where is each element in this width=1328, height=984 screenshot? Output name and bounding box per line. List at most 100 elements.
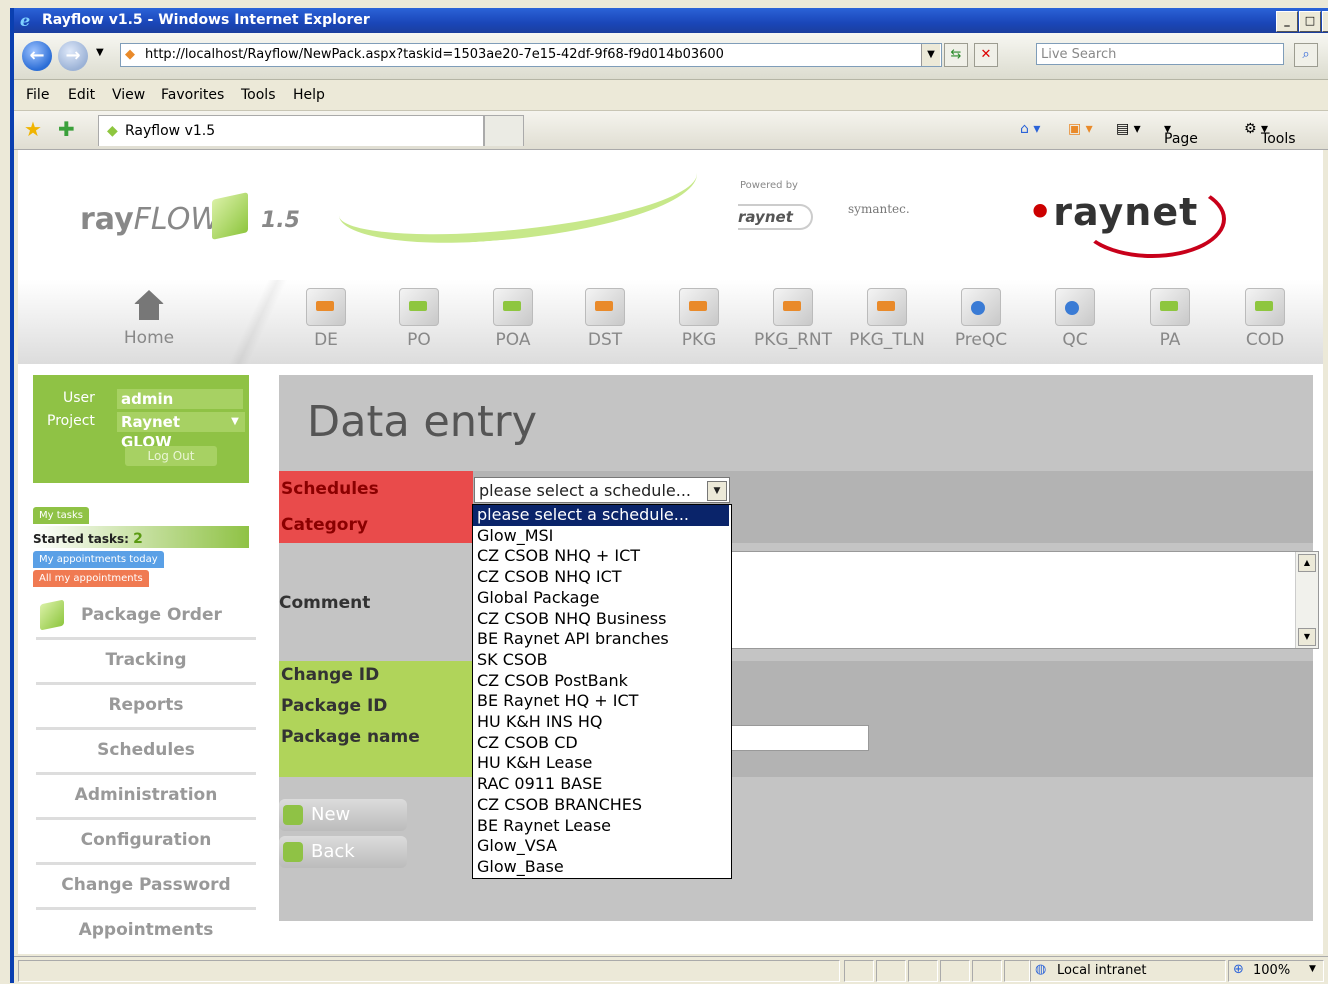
sidebar-item-change-password[interactable]: Change Password	[36, 863, 256, 910]
menu-view[interactable]: View	[112, 87, 145, 103]
project-select[interactable]: Raynet GLOW	[117, 412, 235, 451]
scroll-up-icon[interactable]: ▲	[1298, 554, 1316, 572]
back-nav-button[interactable]: ←	[22, 41, 52, 71]
zoom-dropdown-icon[interactable]: ▼	[1309, 964, 1316, 974]
nav-qc[interactable]: QC	[1035, 288, 1115, 350]
status-seg	[876, 960, 906, 982]
comment-scrollbar[interactable]: ▲ ▼	[1295, 552, 1318, 648]
back-button[interactable]: Back	[279, 836, 407, 868]
schedule-option[interactable]: BE Raynet HQ + ICT	[473, 691, 729, 712]
nav-pkg-tln[interactable]: PKG_TLN	[847, 288, 927, 350]
sidebar-item-package-order[interactable]: Package Order	[36, 593, 256, 640]
user-label: User	[63, 390, 95, 406]
schedule-option[interactable]: CZ CSOB PostBank	[473, 671, 729, 692]
nav-dst[interactable]: DST	[565, 288, 645, 350]
nav-cod[interactable]: COD	[1225, 288, 1305, 350]
tools-menu-label: Tools	[1261, 131, 1296, 147]
my-tasks-tab[interactable]: My tasks	[33, 507, 89, 524]
favorites-bar: ★ ✚ ◆ Rayflow v1.5 ⌂ ▾ ▣ ▾ ▤ ▾ Page ▾ ⚙ …	[14, 111, 1328, 150]
home-icon[interactable]: ⌂ ▾	[1020, 121, 1040, 137]
schedule-option[interactable]: CZ CSOB BRANCHES	[473, 795, 729, 816]
schedule-option[interactable]: HU K&H INS HQ	[473, 712, 729, 733]
url-field[interactable]: ◆ http://localhost/Rayflow/NewPack.aspx?…	[120, 43, 942, 67]
nav-home[interactable]: Home	[109, 288, 189, 348]
nav-preqc[interactable]: PreQC	[941, 288, 1021, 350]
comment-textarea[interactable]: ▲ ▼	[731, 551, 1319, 649]
schedule-option[interactable]: Global Package	[473, 588, 729, 609]
sidebar-item-schedules[interactable]: Schedules	[36, 728, 256, 775]
schedule-option[interactable]: BE Raynet API branches	[473, 629, 729, 650]
project-dropdown-icon[interactable]: ▼	[225, 412, 245, 432]
nav-label: PreQC	[954, 330, 1008, 350]
nav-pkg[interactable]: PKG	[659, 288, 739, 350]
favorites-star-icon[interactable]: ★	[24, 117, 42, 141]
close-button[interactable]	[1322, 11, 1328, 32]
schedule-option[interactable]: CZ CSOB NHQ Business	[473, 609, 729, 630]
schedule-option[interactable]: HU K&H Lease	[473, 753, 729, 774]
print-icon[interactable]: ▤ ▾	[1116, 121, 1141, 137]
sidebar-item-configuration[interactable]: Configuration	[36, 818, 256, 865]
raynet-brand-logo: •raynet	[1028, 190, 1199, 234]
recent-pages-dropdown-icon[interactable]: ▼	[96, 47, 104, 58]
refresh-icon[interactable]: ⇆	[944, 43, 968, 67]
nav-poa[interactable]: POA	[473, 288, 553, 350]
schedule-option[interactable]: Glow_VSA	[473, 836, 729, 857]
url-dropdown-icon[interactable]: ▼	[921, 44, 940, 66]
page-menu[interactable]: Page ▾	[1164, 121, 1198, 147]
feeds-icon[interactable]: ▣ ▾	[1068, 121, 1093, 137]
maximize-button[interactable]: □	[1299, 11, 1321, 32]
schedule-option[interactable]: CZ CSOB NHQ + ICT	[473, 546, 729, 567]
logout-button[interactable]: Log Out	[125, 446, 217, 466]
schedule-option[interactable]: Glow_Base	[473, 857, 729, 878]
new-tab-button[interactable]	[484, 115, 524, 146]
change-id-label: Change ID	[281, 665, 380, 685]
intranet-globe-icon: ◍	[1035, 962, 1047, 977]
new-order-button[interactable]: New Order	[279, 799, 407, 857]
status-seg	[972, 960, 1002, 982]
package-name-input[interactable]	[731, 725, 869, 751]
live-search-input[interactable]: Live Search	[1036, 43, 1284, 65]
minimize-button[interactable]: _	[1276, 11, 1298, 32]
appointments-today-tab[interactable]: My appointments today	[33, 551, 164, 568]
started-tasks[interactable]: Started tasks: 2	[33, 526, 249, 548]
all-appointments-tab[interactable]: All my appointments	[33, 570, 149, 587]
logo-version: 1.5	[261, 208, 300, 233]
schedule-option[interactable]: CZ CSOB CD	[473, 733, 729, 754]
sidebar-item-administration[interactable]: Administration	[36, 773, 256, 820]
search-icon[interactable]: ⌕	[1294, 43, 1318, 67]
sidebar-item-tracking[interactable]: Tracking	[36, 638, 256, 685]
nav-label: COD	[1245, 330, 1285, 350]
schedule-option[interactable]: CZ CSOB NHQ ICT	[473, 567, 729, 588]
nav-pkg-rnt[interactable]: PKG_RNT	[753, 288, 833, 350]
pre-qc-magnifier-icon	[961, 288, 1001, 326]
nav-separator	[228, 280, 288, 364]
nav-pa[interactable]: PA	[1130, 288, 1210, 350]
menu-help[interactable]: Help	[293, 87, 325, 103]
menu-edit[interactable]: Edit	[68, 87, 95, 103]
tab-rayflow[interactable]: ◆ Rayflow v1.5	[98, 115, 484, 146]
add-favorite-icon[interactable]: ✚	[58, 117, 75, 141]
logo-flow-text: FLOW	[133, 202, 220, 237]
powered-by-label: Powered by	[740, 180, 798, 191]
zoom-control[interactable]: ⊕ 100% ▼	[1228, 960, 1324, 982]
schedule-dropdown-list[interactable]: please select a schedule... Glow_MSI CZ CS…	[472, 504, 732, 879]
partner-raynet-logo: raynet	[738, 204, 813, 230]
menu-favorites[interactable]: Favorites	[161, 87, 224, 103]
nav-po[interactable]: PO	[379, 288, 459, 350]
sidebar-item-appointments[interactable]: Appointments	[36, 908, 256, 952]
scroll-down-icon[interactable]: ▼	[1298, 628, 1316, 646]
schedule-select[interactable]: please select a schedule... ▼	[474, 477, 730, 503]
schedule-dropdown-icon[interactable]: ▼	[707, 481, 727, 501]
menu-file[interactable]: File	[26, 87, 49, 103]
schedule-option[interactable]: Glow_MSI	[473, 526, 729, 547]
sidebar-item-reports[interactable]: Reports	[36, 683, 256, 730]
schedule-option[interactable]: BE Raynet Lease	[473, 816, 729, 837]
schedule-option[interactable]: SK CSOB	[473, 650, 729, 671]
stop-icon[interactable]: ✕	[974, 43, 998, 67]
schedule-option[interactable]: RAC 0911 BASE	[473, 774, 729, 795]
nav-de[interactable]: DE	[286, 288, 366, 350]
menu-tools[interactable]: Tools	[241, 87, 276, 103]
schedule-option[interactable]: please select a schedule...	[473, 505, 729, 526]
forward-nav-button[interactable]: →	[58, 41, 88, 71]
tools-menu[interactable]: ⚙ Tools ▾	[1244, 121, 1296, 147]
